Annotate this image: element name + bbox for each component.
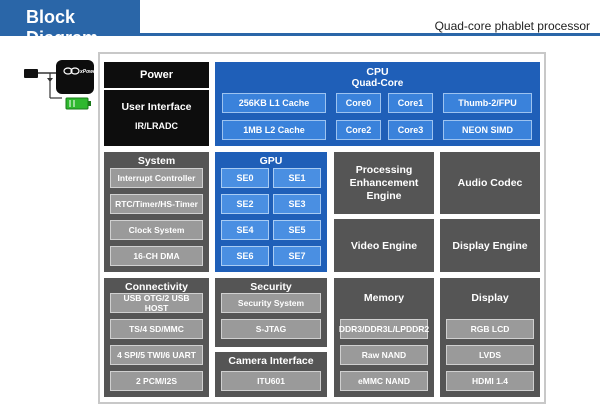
display-item: LVDS <box>446 345 534 365</box>
device-logo-text: xPowers <box>79 69 98 75</box>
power-device-icon: xPowers <box>24 60 98 110</box>
display-item: HDMI 1.4 <box>446 371 534 391</box>
l1-cache: 256KB L1 Cache <box>222 93 326 113</box>
thumb-fpu: Thumb-2/FPU <box>443 93 532 113</box>
memory-title: Memory <box>363 292 405 304</box>
system-item: Clock System <box>110 220 203 240</box>
memory-item: DDR3/DDR3L/LPDDR2 <box>339 319 429 339</box>
system-item: RTC/Timer/HS-Timer <box>110 194 203 214</box>
camera-interface-item: ITU601 <box>221 371 321 391</box>
cpu-subtitle: Quad-Core <box>351 78 404 89</box>
gpu-se: SE3 <box>273 194 321 214</box>
video-engine-label: Video Engine <box>350 239 418 252</box>
connectivity-item: TS/4 SD/MMC <box>110 319 203 339</box>
connectivity-item: 2 PCM/I2S <box>110 371 203 391</box>
core1: Core1 <box>388 93 433 113</box>
memory-item: eMMC NAND <box>340 371 428 391</box>
cpu-title: CPU <box>366 66 389 78</box>
power-adapter-icon <box>24 69 38 78</box>
audio-codec-block: Audio Codec <box>440 152 540 214</box>
user-interface-title: User Interface <box>121 101 192 113</box>
processing-engine-block: Processing Enhancement Engine <box>334 152 434 214</box>
gpu-se: SE5 <box>273 220 321 240</box>
neon-simd: NEON SIMD <box>443 120 532 140</box>
page-subtitle: Quad-core phablet processor <box>430 19 594 34</box>
gpu-se: SE4 <box>221 220 269 240</box>
user-interface-sub: IR/LRADC <box>135 121 178 131</box>
connectivity-title: Connectivity <box>124 281 188 293</box>
system-item: Interrupt Controller <box>110 168 203 188</box>
user-interface-block: User Interface IR/LRADC <box>104 90 209 146</box>
gpu-title: GPU <box>259 155 283 167</box>
battery-icon <box>65 97 89 110</box>
display-title: Display <box>471 292 509 304</box>
processing-engine-label: Processing Enhancement Engine <box>349 163 419 202</box>
system-item: 16-CH DMA <box>110 246 203 266</box>
display-item: RGB LCD <box>446 319 534 339</box>
video-engine-block: Video Engine <box>334 219 434 272</box>
system-title: System <box>137 155 176 167</box>
device-body-icon <box>56 60 94 94</box>
memory-item: Raw NAND <box>340 345 428 365</box>
page-title: Block Diagram <box>0 0 140 48</box>
core2: Core2 <box>336 120 381 140</box>
gpu-se: SE1 <box>273 168 321 188</box>
display-engine-label: Display Engine <box>452 239 528 252</box>
display-engine-block: Display Engine <box>440 219 540 272</box>
connectivity-item: USB OTG/2 USB HOST <box>110 293 203 313</box>
gpu-se: SE6 <box>221 246 269 266</box>
security-title: Security <box>250 281 292 293</box>
security-item: S-JTAG <box>221 319 321 339</box>
core0: Core0 <box>336 93 381 113</box>
gpu-se: SE7 <box>273 246 321 266</box>
audio-codec-label: Audio Codec <box>457 177 523 189</box>
camera-interface-title: Camera Interface <box>228 355 314 367</box>
gpu-se: SE0 <box>221 168 269 188</box>
power-block: Power <box>104 62 209 88</box>
l2-cache: 1MB L2 Cache <box>222 120 326 140</box>
security-item: Security System <box>221 293 321 313</box>
core3: Core3 <box>388 120 433 140</box>
gpu-se: SE2 <box>221 194 269 214</box>
connectivity-item: 4 SPI/5 TWI/6 UART <box>110 345 203 365</box>
power-label: Power <box>139 69 173 81</box>
